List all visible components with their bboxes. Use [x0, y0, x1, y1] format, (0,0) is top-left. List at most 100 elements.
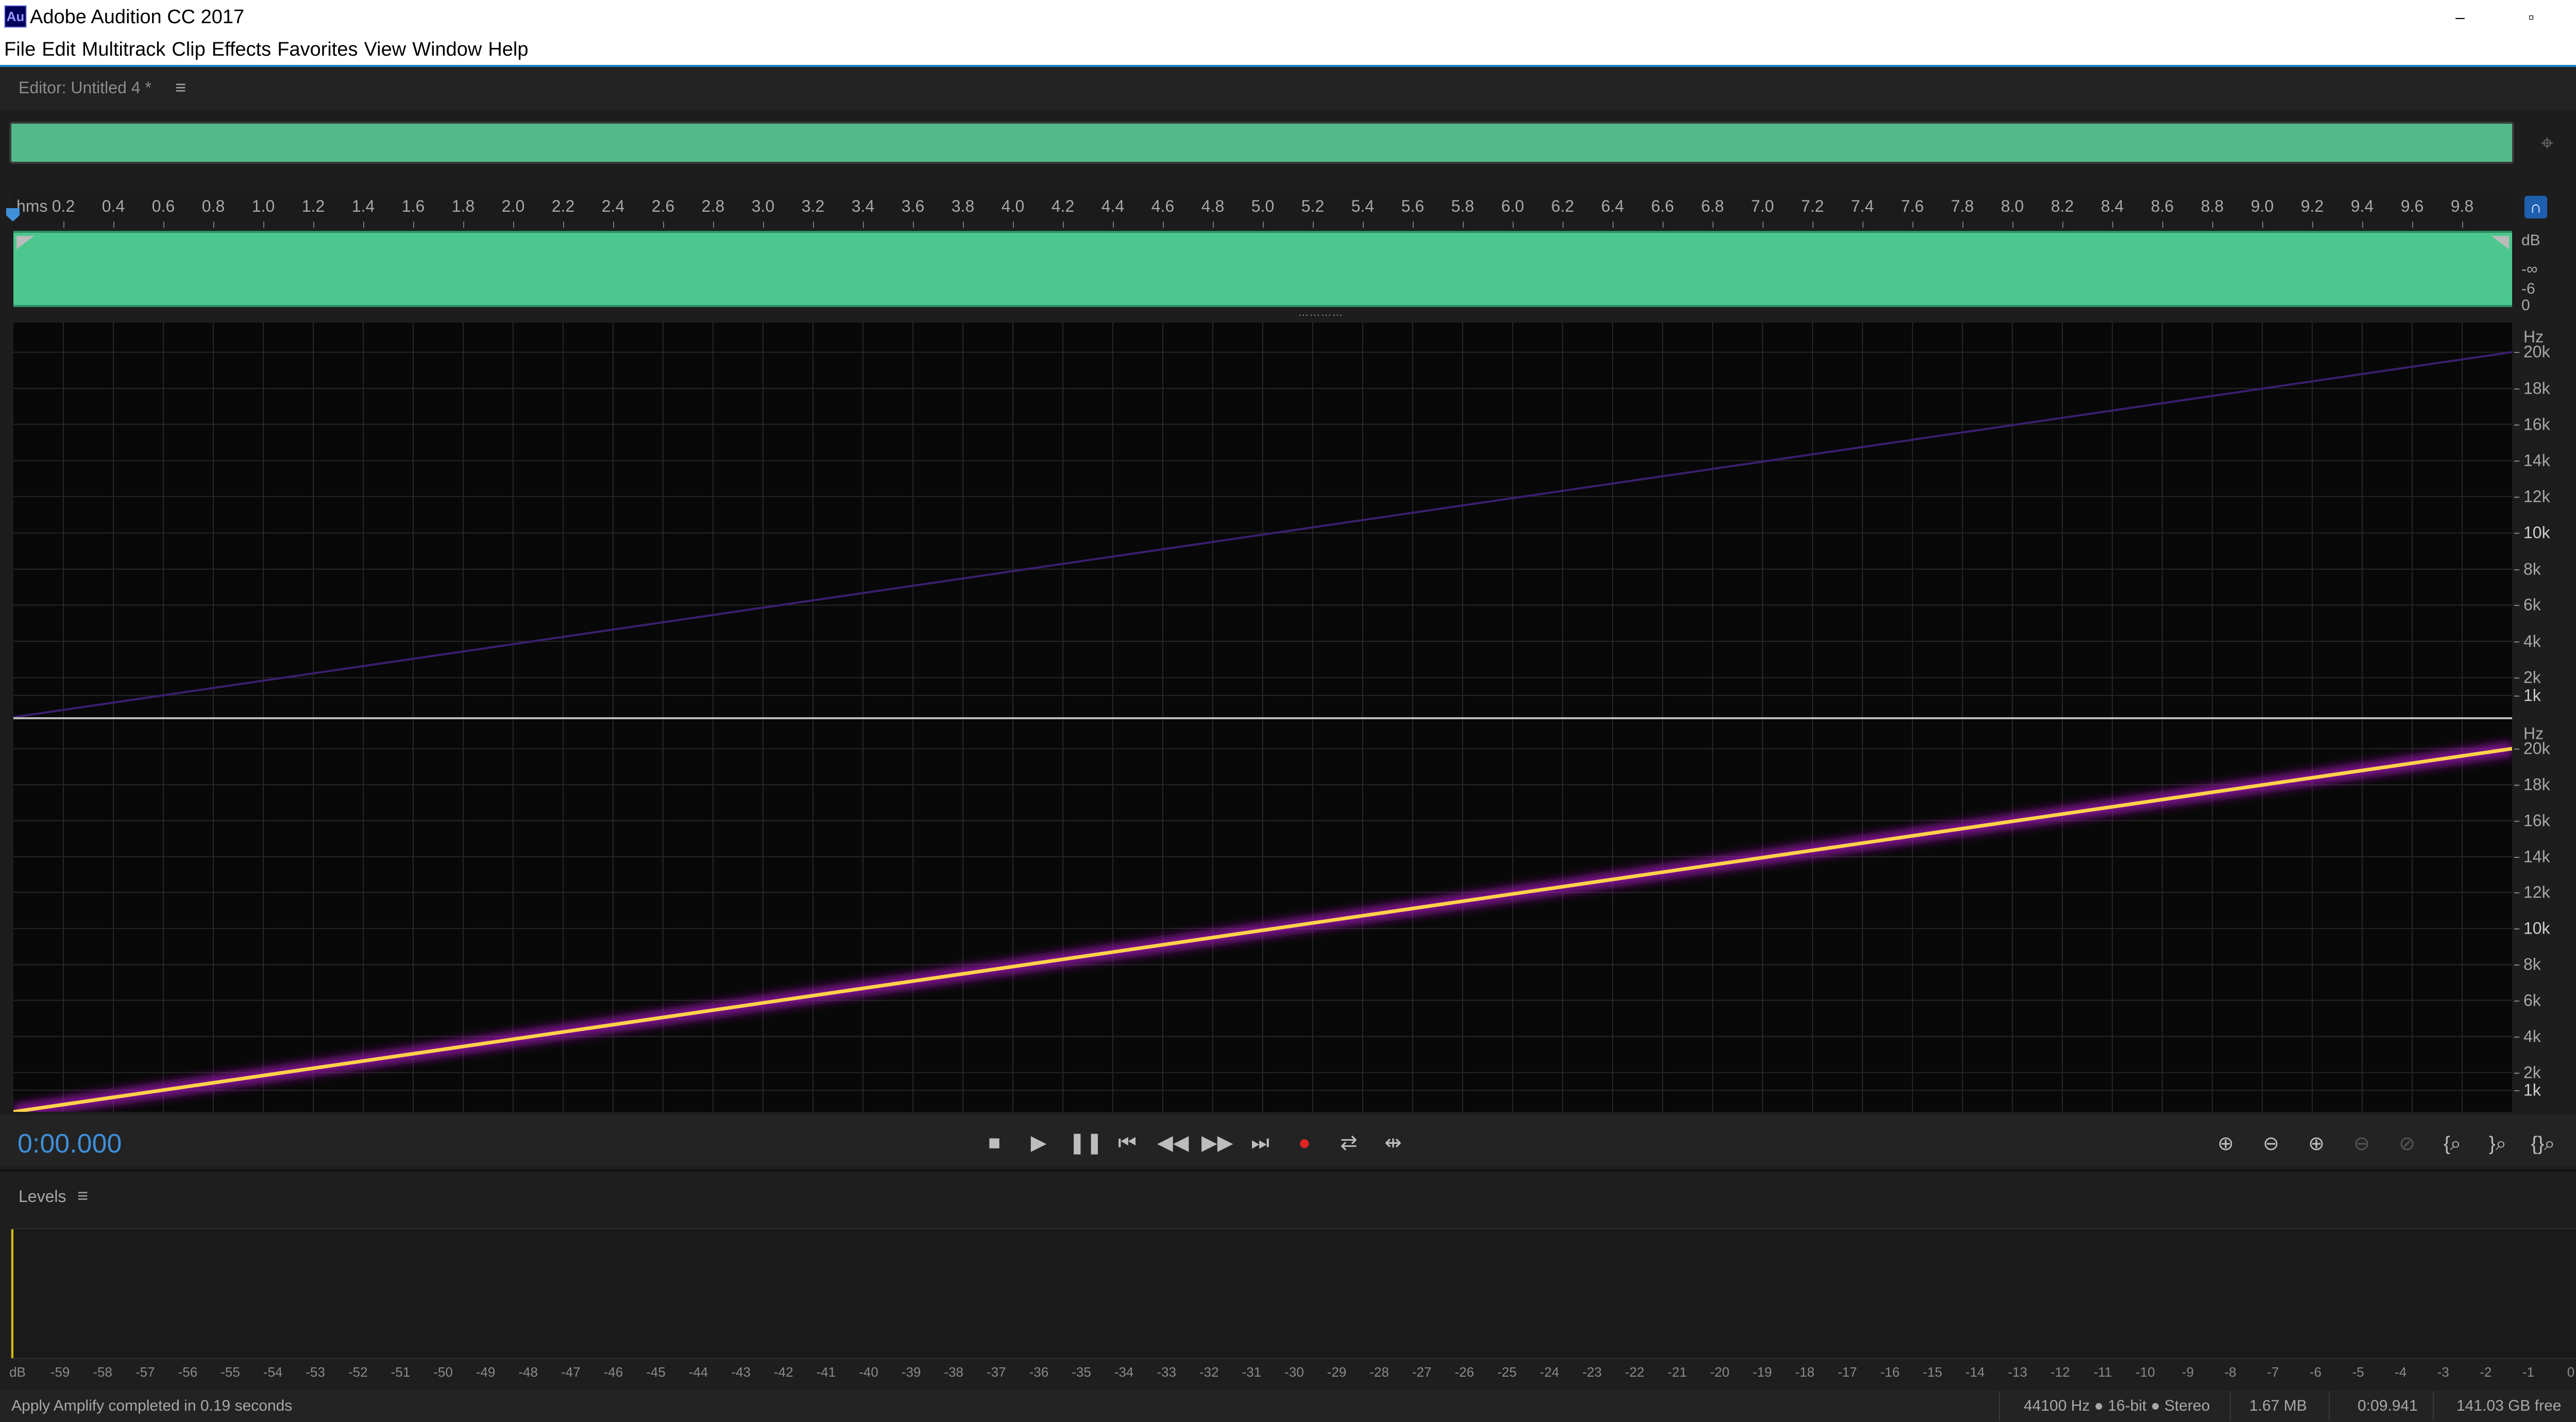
- ruler-tick-label: 6.2: [1551, 197, 1574, 215]
- ruler-tick-mark: [1912, 222, 1913, 228]
- zoom-in-at-start-button[interactable]: {⌕: [2436, 1129, 2469, 1158]
- close-button[interactable]: ✕: [2561, 0, 2576, 34]
- hz-tick: [2514, 424, 2519, 426]
- levels-title[interactable]: Levels: [19, 1187, 66, 1206]
- levels-scale-label: -9: [2182, 1364, 2194, 1380]
- ruler-tick-mark: [1563, 222, 1564, 228]
- file-size: 1.67 MB: [2249, 1397, 2307, 1414]
- record-button[interactable]: ●: [1290, 1128, 1319, 1157]
- levels-scale-label: -39: [901, 1364, 921, 1380]
- levels-scale-label: -10: [2136, 1364, 2155, 1380]
- overview-waveform[interactable]: [9, 122, 2514, 164]
- hz-label: 8k: [2523, 955, 2541, 974]
- minimize-button[interactable]: –: [2421, 0, 2499, 34]
- hz-label: 4k: [2523, 1027, 2541, 1046]
- zoom-in-at-end-button[interactable]: }⌕: [2481, 1129, 2514, 1158]
- hz-label: 10k: [2523, 523, 2550, 542]
- levels-panel-menu-icon[interactable]: ≡: [77, 1185, 88, 1207]
- ruler-tick-label: 5.4: [1351, 197, 1375, 215]
- menu-item-multitrack[interactable]: Multitrack: [79, 34, 169, 65]
- zoom-to-selection-button[interactable]: {}⌕: [2527, 1129, 2560, 1158]
- hz-tick: [2514, 678, 2519, 679]
- levels-scale-label: -28: [1369, 1364, 1389, 1380]
- zoom-selected-tracks-button[interactable]: ⌕: [2572, 1129, 2576, 1158]
- menu-item-favorites[interactable]: Favorites: [274, 34, 361, 65]
- levels-scale-label: -7: [2267, 1364, 2279, 1380]
- hz-label: 10k: [2523, 919, 2550, 938]
- current-time-display[interactable]: 0:00.000: [18, 1128, 122, 1159]
- menu-item-window[interactable]: Window: [409, 34, 485, 65]
- ruler-tick-label: 2.0: [501, 197, 525, 215]
- pause-button[interactable]: ❚❚: [1069, 1128, 1103, 1157]
- zoom-out-full-button[interactable]: ⊘: [2391, 1129, 2424, 1158]
- fade-in-handle: [16, 236, 34, 249]
- zoom-in-amplitude-button[interactable]: ⊕: [2209, 1129, 2242, 1158]
- rewind-button[interactable]: ◀◀: [1157, 1128, 1189, 1157]
- spectral-display-left-channel[interactable]: [13, 323, 2512, 717]
- menu-item-help[interactable]: Help: [485, 34, 531, 65]
- menu-item-view[interactable]: View: [361, 34, 410, 65]
- move-to-next-button[interactable]: ⏭: [1246, 1128, 1275, 1157]
- levels-scale-label: -36: [1029, 1364, 1049, 1380]
- levels-scale-label: -38: [944, 1364, 963, 1380]
- ruler-tick-label: 7.6: [1901, 197, 1924, 215]
- hz-label: 2k: [2523, 1063, 2541, 1082]
- ruler-tick-label: 1.6: [401, 197, 425, 215]
- zoom-in-time-button[interactable]: ⊕: [2300, 1129, 2333, 1158]
- view-divider-grip[interactable]: ⋯⋯⋯⋯: [1298, 310, 1343, 320]
- menu-item-file[interactable]: File: [1, 34, 39, 65]
- ruler-tick-mark: [1463, 222, 1464, 228]
- hz-tick: [2514, 695, 2519, 697]
- hz-tick: [2514, 1090, 2519, 1092]
- hz-label: 14k: [2523, 451, 2550, 470]
- ruler-tick-mark: [163, 222, 164, 228]
- ruler-tick-mark: [2262, 222, 2263, 228]
- move-to-previous-button[interactable]: ⏮: [1113, 1128, 1142, 1157]
- levels-scale-label: -43: [731, 1364, 751, 1380]
- ruler-tick-mark: [1063, 222, 1064, 228]
- editor-tab[interactable]: Editor: Untitled 4 *: [19, 76, 151, 99]
- zoom-out-time-button[interactable]: ⊖: [2345, 1129, 2378, 1158]
- skip-selection-button[interactable]: ⇹: [1379, 1128, 1408, 1157]
- levels-scale-label: -20: [1710, 1364, 1730, 1380]
- hz-label: 18k: [2523, 379, 2550, 398]
- ruler-tick-mark: [613, 222, 614, 228]
- hz-tick: [2514, 856, 2519, 858]
- zoom-navigator-icon[interactable]: ⌖: [2532, 128, 2563, 159]
- ruler-tick-mark: [363, 222, 364, 228]
- playhead-marker[interactable]: [5, 207, 21, 223]
- ruler-tick-mark: [2162, 222, 2163, 228]
- hz-tick: [2514, 1000, 2519, 1002]
- loop-playback-button[interactable]: ⇄: [1334, 1128, 1363, 1157]
- stop-button[interactable]: ■: [980, 1128, 1009, 1157]
- levels-scale-label: -45: [646, 1364, 666, 1380]
- fast-forward-button[interactable]: ▶▶: [1201, 1128, 1233, 1157]
- ruler-tick-label: 8.8: [2200, 197, 2224, 215]
- levels-scale-label: -34: [1114, 1364, 1134, 1380]
- menu-item-clip[interactable]: Clip: [168, 34, 208, 65]
- hz-tick: [2514, 928, 2519, 930]
- ruler-tick-label: 9.4: [2350, 197, 2374, 215]
- ruler-tick-mark: [1762, 222, 1764, 228]
- maximize-button[interactable]: ▫: [2493, 0, 2570, 34]
- ruler-tick-mark: [913, 222, 914, 228]
- panel-options-icon[interactable]: ☰: [2573, 129, 2576, 158]
- ruler-tick-label: 3.6: [901, 197, 925, 215]
- ruler-tick-mark: [1862, 222, 1863, 228]
- editor-panel-menu-icon[interactable]: ≡: [175, 76, 186, 99]
- levels-scale-label: 0: [2567, 1364, 2575, 1380]
- levels-scale-label: dB: [9, 1364, 26, 1380]
- db-label: dB: [2521, 232, 2540, 249]
- levels-scale-label: -5: [2352, 1364, 2364, 1380]
- window-title: Adobe Audition CC 2017: [30, 6, 245, 28]
- spectral-display-right-channel[interactable]: [13, 719, 2512, 1112]
- play-button[interactable]: ▶: [1024, 1128, 1053, 1157]
- ruler-tick-mark: [863, 222, 864, 228]
- menu-item-edit[interactable]: Edit: [39, 34, 78, 65]
- zoom-out-amplitude-button[interactable]: ⊖: [2255, 1129, 2287, 1158]
- time-ruler[interactable]: 0.2 0.4 0.6 0.8 1.0 1.2 1.4 1.6 1.8 2.0 2.2 2.4 2.6 2…: [13, 191, 2512, 228]
- db-label: -6: [2521, 280, 2535, 297]
- db-label: 0: [2521, 297, 2530, 314]
- snap-magnet-icon[interactable]: ∩: [2524, 196, 2547, 218]
- menu-item-effects[interactable]: Effects: [209, 34, 274, 65]
